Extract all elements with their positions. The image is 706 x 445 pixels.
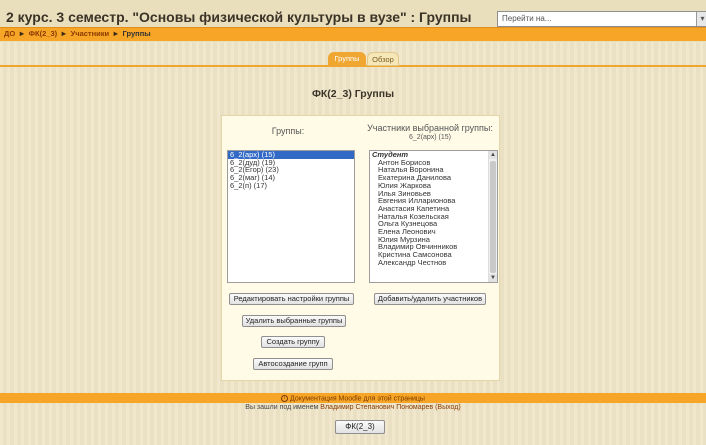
- add-remove-members-button[interactable]: Добавить/удалить участников: [374, 293, 486, 305]
- members-heading: Участники выбранной группы: 6_2(арх) (15…: [359, 123, 501, 141]
- breadcrumb-separator: ►: [112, 29, 120, 38]
- page-title: ФК(2_3) Группы: [311, 88, 395, 100]
- create-group-button[interactable]: Создать группу: [261, 336, 325, 348]
- info-icon: i: [281, 395, 289, 402]
- login-prefix: Вы зашли под именем: [245, 404, 319, 411]
- members-listbox[interactable]: Студент Антон Борисов Наталья Воронина Е…: [369, 150, 498, 283]
- breadcrumb-separator: ►: [18, 29, 26, 38]
- breadcrumb-item-do[interactable]: ДО: [4, 29, 15, 38]
- breadcrumb-item-groups: Группы: [122, 29, 151, 38]
- moodle-docs-link[interactable]: i Документация Moodle для этой страницы: [0, 395, 706, 402]
- member-option[interactable]: Александр Честнов: [370, 259, 497, 267]
- moodle-docs-label[interactable]: Документация Moodle для этой страницы: [290, 395, 425, 402]
- jump-to-select[interactable]: Перейти на... ▾: [497, 11, 706, 27]
- groups-heading: Группы:: [271, 126, 305, 136]
- breadcrumb-bar: ДО ► ФК(2_3) ► Участники ► Группы: [0, 27, 706, 41]
- logout-link[interactable]: (Выход): [435, 404, 461, 411]
- tab-groups[interactable]: Группы: [328, 52, 366, 66]
- breadcrumb-separator: ►: [60, 29, 68, 38]
- edit-group-settings-button[interactable]: Редактировать настройки группы: [229, 293, 354, 305]
- scroll-up-icon[interactable]: ▲: [489, 151, 497, 159]
- auto-create-groups-button[interactable]: Автосоздание групп: [253, 358, 333, 370]
- page-heading: 2 курс. 3 семестр. "Основы физической ку…: [6, 9, 472, 25]
- scroll-down-icon[interactable]: ▼: [489, 274, 497, 282]
- members-subheading: 6_2(арх) (15): [409, 134, 451, 141]
- tab-overview[interactable]: Обзор: [367, 52, 399, 66]
- breadcrumb-item-participants[interactable]: Участники: [71, 29, 110, 38]
- login-info: Вы зашли под именем Владимир Степанович …: [0, 404, 706, 411]
- members-heading-label: Участники выбранной группы:: [367, 123, 493, 133]
- members-scrollbar[interactable]: ▲ ▼: [488, 151, 497, 282]
- chevron-down-icon[interactable]: ▾: [696, 12, 706, 26]
- user-name-link[interactable]: Владимир Степанович Пономарев: [320, 404, 433, 411]
- course-home-button[interactable]: ФК(2_3): [335, 420, 385, 434]
- group-option[interactable]: 6_2(п) (17): [228, 182, 354, 190]
- scroll-thumb[interactable]: [490, 161, 496, 273]
- breadcrumb: ДО ► ФК(2_3) ► Участники ► Группы: [4, 29, 151, 38]
- breadcrumb-item-course[interactable]: ФК(2_3): [29, 29, 58, 38]
- page-header: 2 курс. 3 семестр. "Основы физической ку…: [0, 0, 706, 42]
- groups-panel: Группы: Участники выбранной группы: 6_2(…: [221, 115, 500, 381]
- delete-groups-button[interactable]: Удалить выбранные группы: [242, 315, 346, 327]
- jump-to-label: Перейти на...: [502, 14, 552, 23]
- groups-listbox[interactable]: 6_2(арх) (15) 6_2(дуд) (19) 6_2(Егор) (2…: [227, 150, 355, 283]
